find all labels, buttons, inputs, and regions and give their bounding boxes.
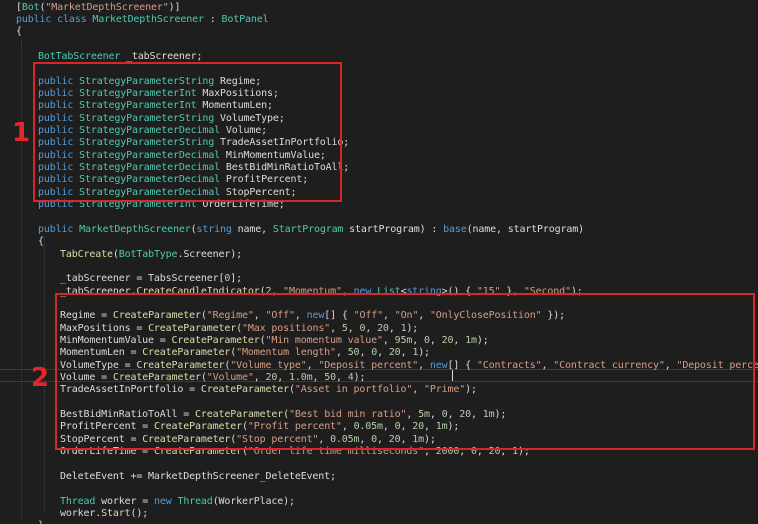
code-token: ); <box>230 248 243 260</box>
code-token: startProgram) : <box>343 223 444 235</box>
code-line[interactable]: Thread worker = new Thread(WorkerPlace); <box>60 496 295 508</box>
code-token: (WorkerPlace); <box>212 495 295 507</box>
code-token: BotTabType <box>118 248 178 260</box>
code-token: Bot <box>21 1 40 13</box>
code-token: name, <box>231 223 273 235</box>
code-token: } <box>38 520 44 524</box>
code-line[interactable]: DeleteEvent += MarketDepthScreener_Delet… <box>60 471 336 483</box>
code-token: MarketDepthScreener <box>79 223 191 235</box>
code-token: class <box>57 13 87 25</box>
code-token: { <box>38 236 44 248</box>
code-token: _tabScreener; <box>120 50 203 62</box>
code-token: base <box>443 223 467 235</box>
code-line[interactable]: { <box>16 26 22 38</box>
code-line[interactable]: } <box>38 520 44 524</box>
code-token: { <box>16 26 22 38</box>
code-token: (name, startProgram) <box>466 223 585 235</box>
code-token: BotPanel <box>221 13 269 25</box>
code-line[interactable]: { <box>38 236 44 248</box>
annotation-number-2: 2 <box>31 363 50 393</box>
code-token: TabCreate <box>60 248 113 260</box>
code-token: StartProgram <box>272 223 344 235</box>
annotation-number-1: 1 <box>12 118 31 148</box>
code-line[interactable]: public class MarketDepthScreener : BotPa… <box>16 13 269 26</box>
code-token: Start <box>101 507 131 519</box>
code-token: )] <box>168 1 181 13</box>
code-editor[interactable]: [Bot("MarketDepthScreener")] public class… <box>0 0 758 524</box>
annotation-box-2 <box>55 293 755 450</box>
code-token: worker. <box>60 507 102 519</box>
code-token: public <box>38 223 74 235</box>
code-token: BotTabScreener <box>38 50 121 62</box>
code-token: _tabScreener = TabsScreener[ <box>60 273 225 285</box>
code-token: MarketDepthScreener <box>92 13 204 25</box>
code-token: : <box>203 13 222 25</box>
code-token: string <box>196 223 232 235</box>
code-line[interactable]: public MarketDepthScreener(string name, … <box>38 224 584 236</box>
code-token: public <box>16 13 52 25</box>
code-token: "MarketDepthScreener" <box>45 1 169 13</box>
code-token: new <box>153 495 172 507</box>
annotation-box-1 <box>33 62 342 202</box>
code-token: DeleteEvent += MarketDepthScreener_Delet… <box>60 470 336 482</box>
code-line[interactable]: [Bot("MarketDepthScreener")] <box>16 1 181 14</box>
code-token: ]; <box>230 273 242 285</box>
code-token: Thread <box>177 495 213 507</box>
code-line[interactable]: worker.Start(); <box>60 508 148 520</box>
code-token: (); <box>130 507 149 519</box>
code-line[interactable]: TabCreate(BotTabType.Screener); <box>60 249 242 261</box>
code-line[interactable]: _tabScreener = TabsScreener[0]; <box>60 273 242 285</box>
code-token: Thread <box>60 495 96 507</box>
code-token: Screener <box>183 248 231 260</box>
code-token: worker = <box>95 495 154 507</box>
